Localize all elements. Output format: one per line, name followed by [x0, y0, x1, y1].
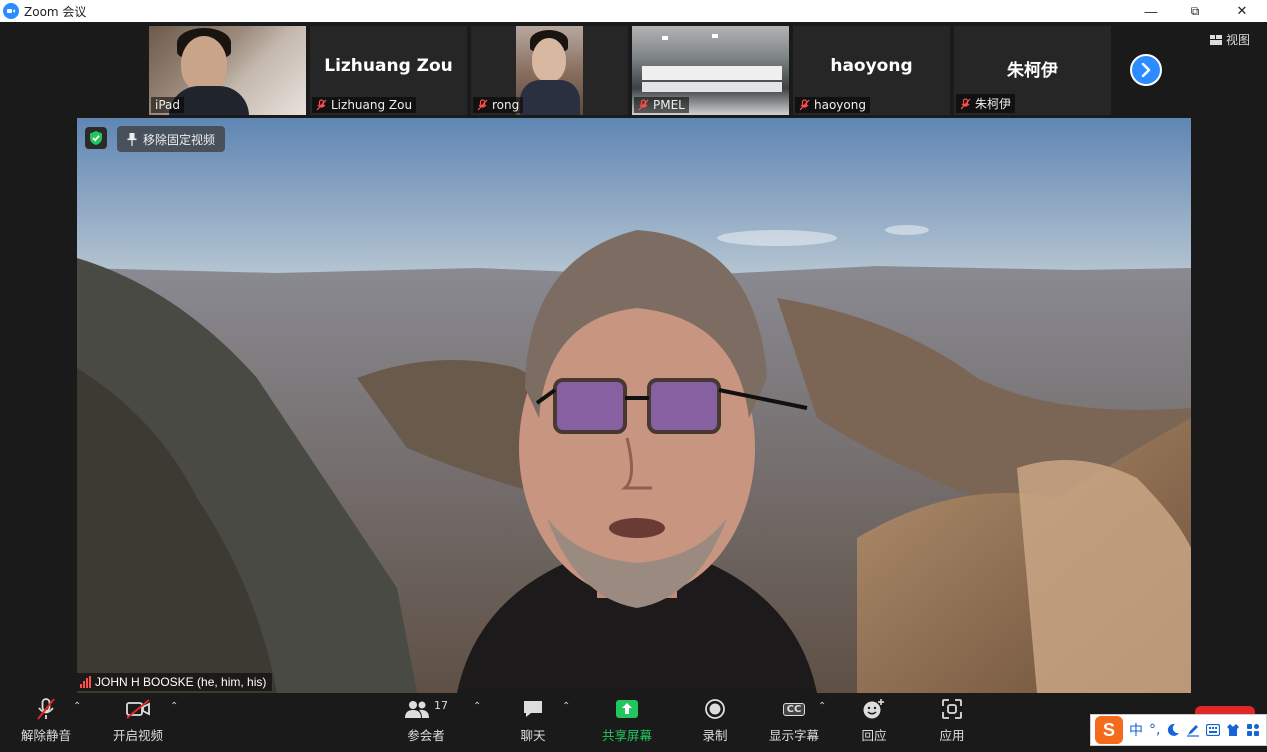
participant-tile-lizhuang-zou[interactable]: Lizhuang Zou Lizhuang Zou	[310, 26, 467, 115]
virtual-background-canyon	[77, 118, 1191, 693]
participant-name: Lizhuang Zou	[324, 56, 453, 76]
video-options-caret[interactable]: ⌃	[170, 701, 178, 712]
chat-options-caret[interactable]: ⌃	[562, 701, 570, 712]
participant-label: PMEL	[634, 97, 689, 113]
ime-mode-chinese[interactable]: 中	[1129, 720, 1143, 740]
minimize-button[interactable]: —	[1128, 0, 1174, 22]
participant-tile-haoyong[interactable]: haoyong haoyong	[793, 26, 950, 115]
chevron-right-icon	[1141, 63, 1151, 77]
participant-tile-rong[interactable]: rong	[471, 26, 628, 115]
ime-toolbar[interactable]: S 中 °,	[1090, 714, 1267, 746]
captions-button[interactable]: CC 显示字幕	[764, 694, 824, 744]
record-button[interactable]: 录制	[692, 694, 738, 744]
window-title: Zoom 会议	[24, 4, 87, 19]
captions-options-caret[interactable]: ⌃	[818, 701, 826, 712]
participants-options-caret[interactable]: ⌃	[473, 701, 481, 712]
mic-muted-icon	[960, 97, 971, 109]
participant-label: haoyong	[795, 97, 870, 113]
apps-button[interactable]: 应用	[930, 694, 974, 744]
mic-muted-icon	[37, 698, 55, 720]
sogou-ime-logo-icon[interactable]: S	[1095, 716, 1123, 744]
emoji-reaction-icon	[863, 699, 884, 719]
ime-keyboard-icon[interactable]	[1206, 724, 1221, 736]
signal-strength-icon	[80, 676, 91, 688]
record-icon	[705, 699, 725, 719]
unpin-video-button[interactable]: 移除固定视频	[117, 126, 226, 152]
unmute-button[interactable]: 解除静音	[14, 694, 78, 744]
participants-count: 17	[434, 699, 448, 712]
speaker-name-label: JOHN H BOOSKE (he, him, his)	[77, 673, 273, 691]
mic-muted-icon	[316, 99, 327, 111]
mic-muted-icon	[638, 99, 649, 111]
ime-handwriting-icon[interactable]	[1186, 723, 1200, 737]
chat-icon	[524, 701, 542, 717]
participant-label: rong	[473, 97, 524, 113]
share-screen-icon	[616, 700, 638, 718]
reactions-button[interactable]: 回应	[852, 694, 896, 744]
title-bar: Zoom 会议 — ⧉ ✕	[0, 0, 1267, 22]
view-button[interactable]: 视图	[1210, 31, 1250, 48]
start-video-button[interactable]: 开启视频	[106, 694, 170, 744]
participant-name: 朱柯伊	[1007, 61, 1058, 81]
participant-strip: iPad Lizhuang Zou Lizhuang Zou rong PMEL…	[149, 26, 1111, 115]
grid-view-icon	[1210, 34, 1222, 45]
meeting-stage: iPad Lizhuang Zou Lizhuang Zou rong PMEL…	[0, 22, 1267, 694]
ime-moon-icon[interactable]	[1166, 723, 1180, 737]
participant-tile-ipad[interactable]: iPad	[149, 26, 306, 115]
meeting-toolbar: 解除静音 ⌃ 开启视频 ⌃ 17 参会者 ⌃ 聊天 ⌃ 共享屏幕 录制 CC 显…	[0, 694, 1267, 752]
close-button[interactable]: ✕	[1219, 0, 1265, 22]
participant-tile-zhu-keyi[interactable]: 朱柯伊 朱柯伊	[954, 26, 1111, 115]
audio-options-caret[interactable]: ⌃	[73, 701, 81, 712]
zoom-logo-icon	[3, 3, 19, 19]
pin-icon	[127, 132, 137, 146]
main-speaker-video[interactable]: 移除固定视频 JOHN H BOOSKE (he, him, his)	[77, 118, 1191, 693]
ime-punctuation[interactable]: °,	[1149, 722, 1160, 738]
participant-label: Lizhuang Zou	[312, 97, 417, 113]
chat-button[interactable]: 聊天	[508, 694, 558, 744]
participants-icon	[405, 701, 429, 718]
mic-muted-icon	[799, 99, 810, 111]
ime-toolbox-icon[interactable]	[1246, 723, 1260, 737]
maximize-button[interactable]: ⧉	[1172, 0, 1218, 22]
closed-captions-icon: CC	[782, 702, 806, 716]
share-screen-button[interactable]: 共享屏幕	[596, 694, 658, 744]
mic-muted-icon	[477, 99, 488, 111]
participant-label: 朱柯伊	[956, 94, 1016, 113]
encryption-shield-icon[interactable]	[85, 127, 107, 149]
participant-label: iPad	[151, 97, 185, 113]
participant-tile-pmel[interactable]: PMEL	[632, 26, 789, 115]
ime-skin-icon[interactable]	[1226, 723, 1240, 737]
next-page-button[interactable]	[1130, 54, 1162, 86]
participants-button[interactable]: 17 参会者	[396, 694, 456, 744]
participant-name: haoyong	[830, 56, 913, 76]
apps-icon	[942, 699, 962, 719]
video-off-icon	[126, 699, 150, 719]
